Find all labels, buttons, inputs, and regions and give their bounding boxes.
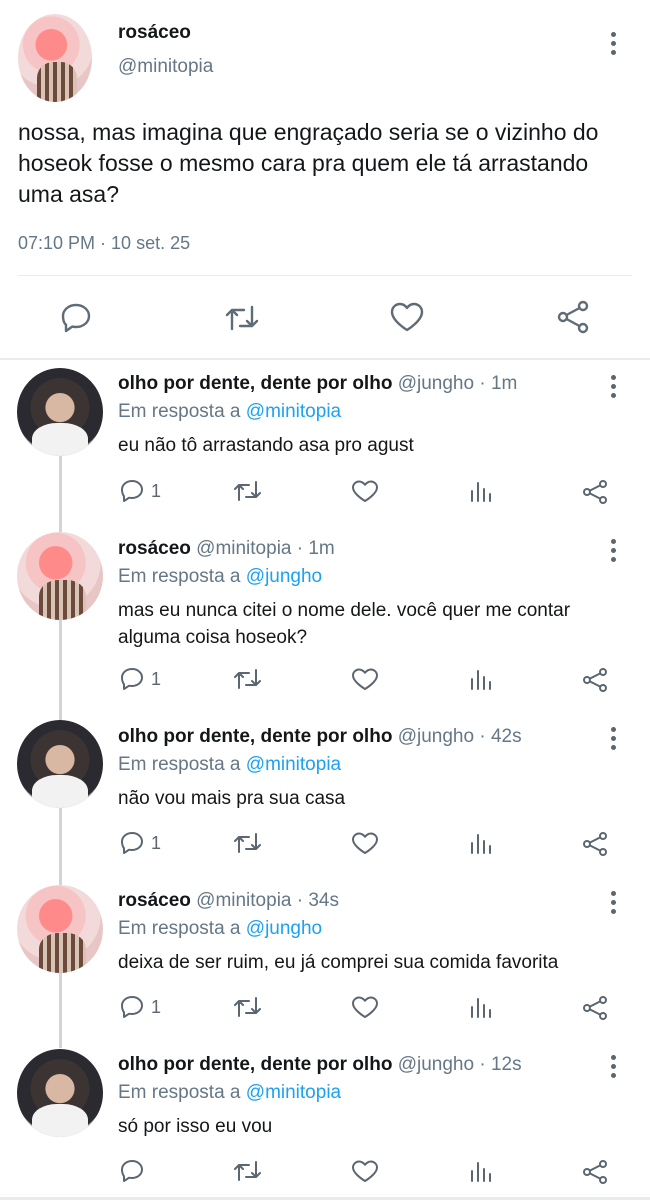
reply-to-link[interactable]: @minitopia	[246, 754, 341, 775]
tweet-text: nossa, mas imagina que engraçado seria s…	[18, 119, 599, 207]
reply-author-name[interactable]: rosáceo @minitopia · 1m	[118, 538, 335, 560]
reply-count: 1	[151, 669, 162, 689]
analytics-icon[interactable]	[470, 996, 492, 1018]
reply-text: eu não tô arrastando asa pro agust	[118, 435, 414, 456]
author-handle[interactable]: @minitopia	[118, 56, 213, 78]
retweet-icon[interactable]	[233, 996, 263, 1018]
like-icon[interactable]	[352, 832, 378, 854]
reply-text: mas eu nunca citei o nome dele. você que…	[118, 600, 571, 648]
share-icon[interactable]	[582, 479, 608, 505]
divider	[18, 275, 632, 276]
avatar[interactable]	[17, 1049, 103, 1137]
reply-icon[interactable]	[120, 995, 144, 1019]
reply-icon[interactable]	[120, 479, 144, 503]
reply-author-name[interactable]: rosáceo @minitopia · 34s	[118, 890, 339, 912]
reply-count: 1	[151, 481, 162, 501]
analytics-icon[interactable]	[470, 832, 492, 854]
divider	[0, 358, 650, 360]
avatar[interactable]	[17, 368, 103, 456]
more-options-icon[interactable]	[611, 727, 617, 750]
reply-text: deixa de ser ruim, eu já comprei sua com…	[118, 952, 559, 973]
share-icon[interactable]	[582, 995, 608, 1021]
reply-handle-time: @minitopia · 1m	[196, 538, 335, 559]
analytics-icon[interactable]	[470, 480, 492, 502]
reply-count: 1	[151, 997, 162, 1017]
like-icon[interactable]	[352, 668, 378, 690]
reply-author-name[interactable]: olho por dente, dente por olho @jungho ·…	[118, 373, 517, 395]
like-icon[interactable]	[390, 302, 424, 332]
avatar[interactable]	[18, 14, 92, 102]
reply-count: 1	[151, 833, 162, 853]
reply-author-name[interactable]: olho por dente, dente por olho @jungho ·…	[118, 726, 522, 748]
more-options-icon[interactable]	[611, 891, 617, 914]
reply-context: Em resposta a @jungho	[118, 918, 323, 939]
analytics-icon[interactable]	[470, 668, 492, 690]
reply-to-link[interactable]: @minitopia	[246, 401, 341, 422]
reply-icon[interactable]	[120, 1159, 144, 1183]
reply-author-name[interactable]: olho por dente, dente por olho @jungho ·…	[118, 1054, 522, 1076]
share-icon[interactable]	[582, 831, 608, 857]
analytics-icon[interactable]	[470, 1160, 492, 1182]
reply-handle-time: @jungho · 12s	[397, 1054, 522, 1075]
retweet-icon[interactable]	[233, 832, 263, 854]
reply-context: Em resposta a @minitopia	[118, 401, 342, 422]
share-icon[interactable]	[556, 300, 590, 334]
avatar[interactable]	[17, 885, 103, 973]
retweet-icon[interactable]	[233, 1160, 263, 1182]
reply-icon[interactable]	[120, 667, 144, 691]
reply-handle-time: @jungho · 1m	[397, 373, 518, 394]
reply-context: Em resposta a @minitopia	[118, 1082, 342, 1103]
like-icon[interactable]	[352, 1160, 378, 1182]
reply-handle-time: @jungho · 42s	[397, 726, 522, 747]
share-icon[interactable]	[582, 1159, 608, 1185]
reply-icon[interactable]	[120, 831, 144, 855]
retweet-icon[interactable]	[233, 480, 263, 502]
reply-icon[interactable]	[60, 302, 92, 334]
retweet-icon[interactable]	[224, 303, 260, 333]
share-icon[interactable]	[582, 667, 608, 693]
reply-context: Em resposta a @jungho	[118, 566, 323, 587]
like-icon[interactable]	[352, 996, 378, 1018]
more-options-icon[interactable]	[611, 32, 617, 55]
author-display-name[interactable]: rosáceo	[118, 22, 191, 44]
reply-context: Em resposta a @minitopia	[118, 754, 342, 775]
reply-text: só por isso eu vou	[118, 1116, 273, 1137]
avatar[interactable]	[17, 720, 103, 808]
more-options-icon[interactable]	[611, 1055, 617, 1078]
reply-to-link[interactable]: @jungho	[246, 918, 322, 939]
reply-text: não vou mais pra sua casa	[118, 788, 346, 809]
more-options-icon[interactable]	[611, 375, 617, 398]
tweet-timestamp: 07:10 PM · 10 set. 25	[18, 233, 191, 253]
avatar[interactable]	[17, 532, 103, 620]
reply-handle-time: @minitopia · 34s	[196, 890, 339, 911]
reply-to-link[interactable]: @minitopia	[246, 1082, 341, 1103]
reply-to-link[interactable]: @jungho	[246, 566, 322, 587]
retweet-icon[interactable]	[233, 668, 263, 690]
like-icon[interactable]	[352, 480, 378, 502]
more-options-icon[interactable]	[611, 539, 617, 562]
